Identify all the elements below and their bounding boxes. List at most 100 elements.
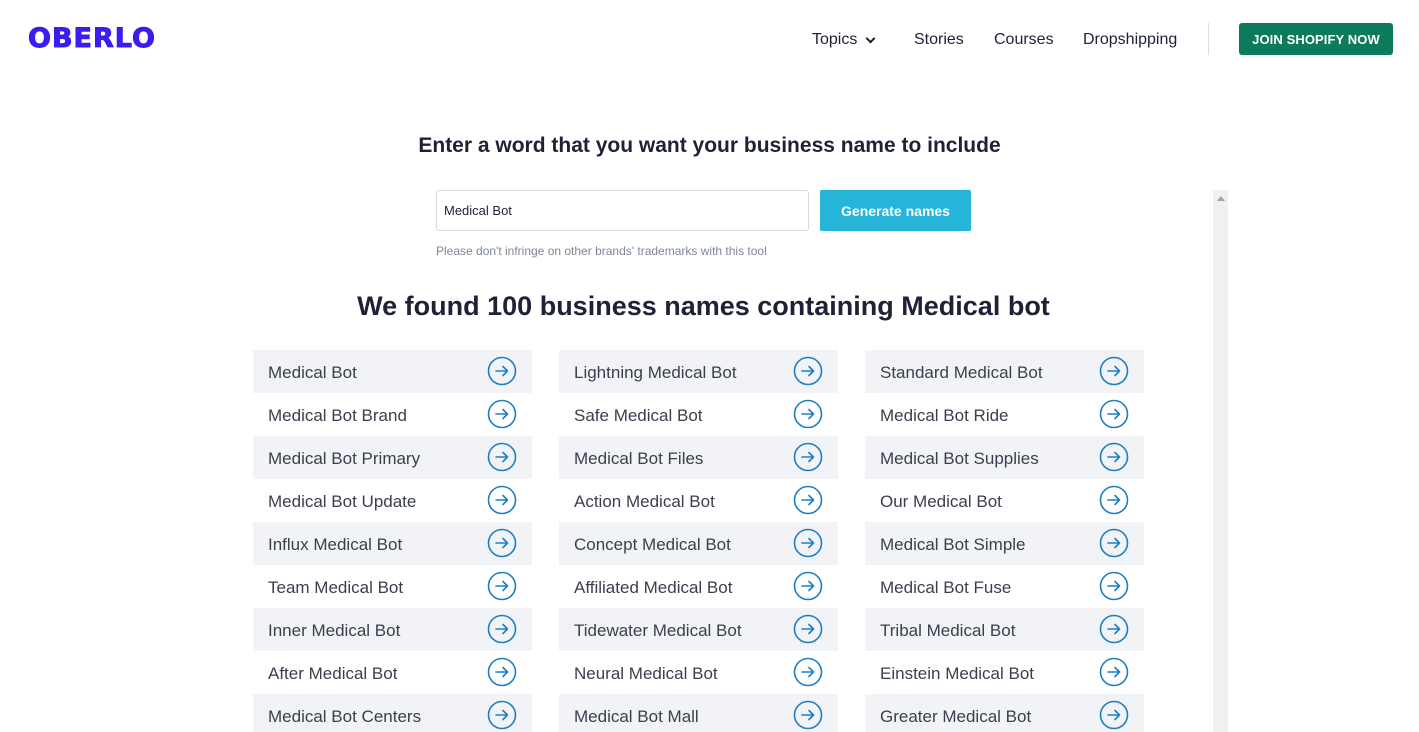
arrow-right-circle-icon[interactable]	[793, 657, 823, 687]
arrow-right-circle-icon[interactable]	[487, 442, 517, 472]
business-name-label: Affiliated Medical Bot	[574, 578, 733, 597]
business-name-label: Medical Bot Brand	[268, 406, 407, 425]
names-column: Medical Bot Medical Bot Brand Medical Bot …	[253, 350, 532, 732]
business-name-item[interactable]: Medical Bot Ride	[865, 393, 1144, 436]
arrow-right-circle-icon[interactable]	[487, 485, 517, 515]
business-name-item[interactable]: Team Medical Bot	[253, 565, 532, 608]
nav-topics-label: Topics	[812, 31, 858, 48]
business-name-label: Medical Bot Supplies	[880, 449, 1039, 468]
arrow-right-circle-icon[interactable]	[487, 700, 517, 730]
arrow-right-circle-icon[interactable]	[793, 528, 823, 558]
arrow-right-circle-icon[interactable]	[1099, 571, 1129, 601]
names-column: Standard Medical Bot Medical Bot Ride Medi…	[865, 350, 1144, 732]
business-name-item[interactable]: Medical Bot Simple	[865, 522, 1144, 565]
business-name-label: Greater Medical Bot	[880, 707, 1032, 726]
business-name-label: Medical Bot Mall	[574, 707, 699, 726]
arrow-right-circle-icon[interactable]	[793, 614, 823, 644]
business-name-item[interactable]: Medical Bot Brand	[253, 393, 532, 436]
business-name-label: Medical Bot Fuse	[880, 578, 1012, 597]
business-name-label: Medical Bot Centers	[268, 707, 422, 726]
business-name-item[interactable]: Safe Medical Bot	[559, 393, 838, 436]
business-name-label: Team Medical Bot	[268, 578, 404, 597]
arrow-right-circle-icon[interactable]	[793, 571, 823, 601]
business-name-item[interactable]: Inner Medical Bot	[253, 608, 532, 651]
business-name-label: Lightning Medical Bot	[574, 363, 737, 382]
arrow-right-circle-icon[interactable]	[1099, 657, 1129, 687]
arrow-right-circle-icon[interactable]	[487, 571, 517, 601]
nav-stories[interactable]: Stories	[914, 30, 964, 50]
scroll-up-arrow-icon[interactable]	[1217, 196, 1225, 201]
generate-names-button[interactable]: Generate names	[820, 190, 971, 231]
arrow-right-circle-icon[interactable]	[793, 485, 823, 515]
business-name-label: Action Medical Bot	[574, 492, 715, 511]
business-name-item[interactable]: Medical Bot Primary	[253, 436, 532, 479]
chevron-down-icon	[865, 33, 876, 43]
nav-topics[interactable]: Topics	[812, 30, 876, 50]
business-name-label: Standard Medical Bot	[880, 363, 1043, 382]
nav-divider	[1208, 23, 1209, 55]
business-name-item[interactable]: Affiliated Medical Bot	[559, 565, 838, 608]
business-name-label: Safe Medical Bot	[574, 406, 703, 425]
business-name-item[interactable]: Our Medical Bot	[865, 479, 1144, 522]
business-name-label: Inner Medical Bot	[268, 621, 401, 640]
business-name-item[interactable]: Medical Bot Fuse	[865, 565, 1144, 608]
join-shopify-button[interactable]: JOIN SHOPIFY NOW	[1239, 23, 1393, 55]
business-name-item[interactable]: Concept Medical Bot	[559, 522, 838, 565]
arrow-right-circle-icon[interactable]	[487, 399, 517, 429]
trademark-note: Please don't infringe on other brands' t…	[436, 244, 767, 258]
names-column: Lightning Medical Bot Safe Medical Bot Med…	[559, 350, 838, 732]
arrow-right-circle-icon[interactable]	[1099, 356, 1129, 386]
business-name-item[interactable]: After Medical Bot	[253, 651, 532, 694]
business-name-item[interactable]: Lightning Medical Bot	[559, 350, 838, 393]
business-word-input[interactable]	[436, 190, 809, 231]
site-header: OBERLO Topics Stories Courses Dropshippi…	[0, 0, 1419, 80]
business-name-item[interactable]: Einstein Medical Bot	[865, 651, 1144, 694]
business-name-item[interactable]: Medical Bot Supplies	[865, 436, 1144, 479]
business-name-item[interactable]: Tidewater Medical Bot	[559, 608, 838, 651]
business-name-item[interactable]: Standard Medical Bot	[865, 350, 1144, 393]
business-name-item[interactable]: Tribal Medical Bot	[865, 608, 1144, 651]
arrow-right-circle-icon[interactable]	[1099, 442, 1129, 472]
business-name-label: Medical Bot Simple	[880, 535, 1026, 554]
arrow-right-circle-icon[interactable]	[793, 399, 823, 429]
arrow-right-circle-icon[interactable]	[793, 356, 823, 386]
business-name-label: Tribal Medical Bot	[880, 621, 1016, 640]
arrow-right-circle-icon[interactable]	[1099, 614, 1129, 644]
arrow-right-circle-icon[interactable]	[1099, 528, 1129, 558]
nav-courses[interactable]: Courses	[994, 30, 1054, 50]
business-name-item[interactable]: Medical Bot Mall	[559, 694, 838, 732]
business-name-label: Concept Medical Bot	[574, 535, 731, 554]
business-name-item[interactable]: Neural Medical Bot	[559, 651, 838, 694]
business-name-label: Tidewater Medical Bot	[574, 621, 742, 640]
arrow-right-circle-icon[interactable]	[487, 657, 517, 687]
business-name-label: Medical Bot Update	[268, 492, 417, 511]
arrow-right-circle-icon[interactable]	[793, 442, 823, 472]
oberlo-logo[interactable]: OBERLO	[28, 23, 156, 54]
business-name-item[interactable]: Action Medical Bot	[559, 479, 838, 522]
business-name-item[interactable]: Greater Medical Bot	[865, 694, 1144, 732]
nav-dropshipping[interactable]: Dropshipping	[1083, 30, 1177, 50]
results-scrollbar[interactable]	[1213, 190, 1228, 732]
business-name-item[interactable]: Influx Medical Bot	[253, 522, 532, 565]
business-name-label: Einstein Medical Bot	[880, 664, 1035, 683]
business-name-label: After Medical Bot	[268, 664, 398, 683]
arrow-right-circle-icon[interactable]	[793, 700, 823, 730]
business-name-label: Medical Bot	[268, 363, 357, 382]
arrow-right-circle-icon[interactable]	[1099, 485, 1129, 515]
generator-prompt: Enter a word that you want your business…	[418, 134, 1001, 157]
business-name-label: Neural Medical Bot	[574, 664, 718, 683]
business-name-item[interactable]: Medical Bot Centers	[253, 694, 532, 732]
business-name-label: Medical Bot Files	[574, 449, 704, 468]
arrow-right-circle-icon[interactable]	[1099, 700, 1129, 730]
business-name-label: Influx Medical Bot	[268, 535, 403, 554]
business-name-label: Our Medical Bot	[880, 492, 1002, 511]
results-title: We found 100 business names containing M…	[357, 291, 1050, 321]
arrow-right-circle-icon[interactable]	[487, 528, 517, 558]
arrow-right-circle-icon[interactable]	[487, 614, 517, 644]
arrow-right-circle-icon[interactable]	[487, 356, 517, 386]
business-name-item[interactable]: Medical Bot	[253, 350, 532, 393]
business-name-item[interactable]: Medical Bot Files	[559, 436, 838, 479]
business-name-item[interactable]: Medical Bot Update	[253, 479, 532, 522]
arrow-right-circle-icon[interactable]	[1099, 399, 1129, 429]
business-name-label: Medical Bot Ride	[880, 406, 1009, 425]
